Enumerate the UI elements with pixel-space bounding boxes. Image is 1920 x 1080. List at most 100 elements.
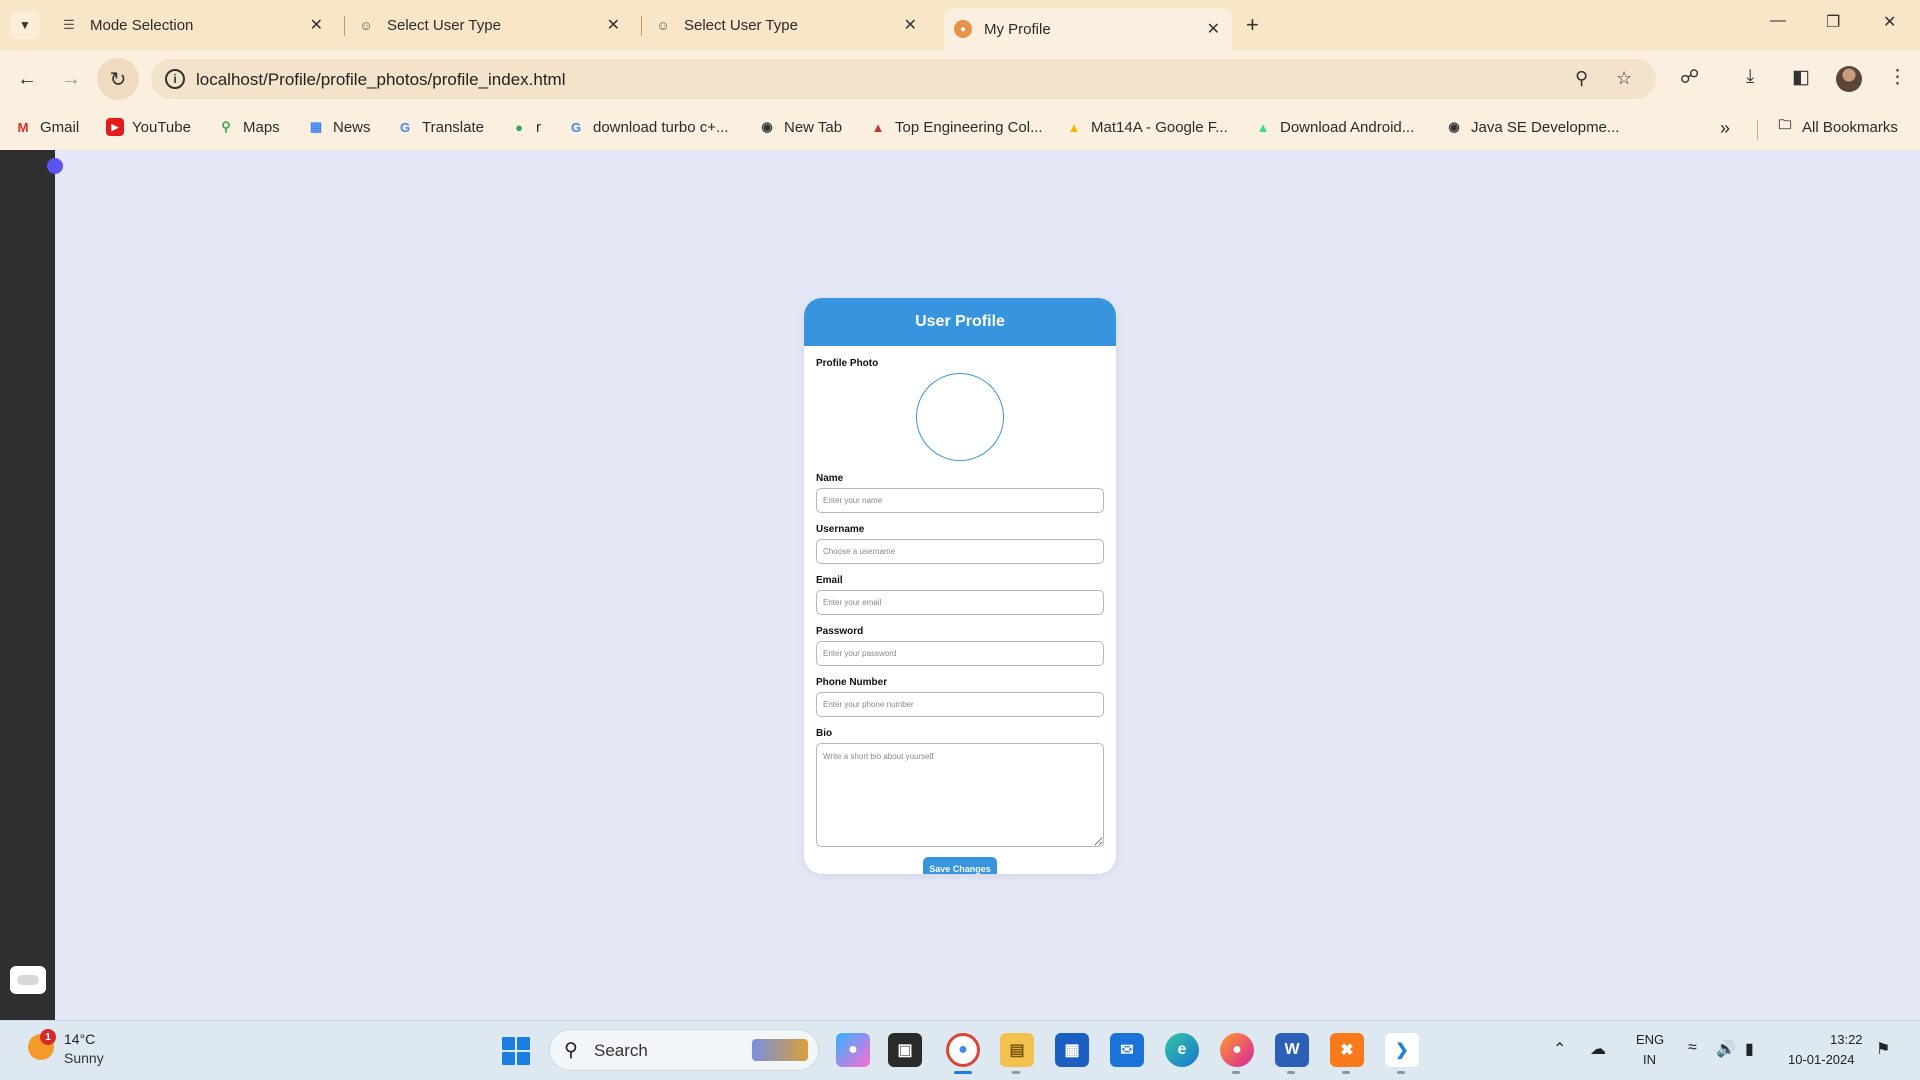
cursor-dot xyxy=(47,158,63,174)
bookmark-download-turbo[interactable]: G download turbo c+... xyxy=(567,118,729,136)
username-label: Username xyxy=(816,524,865,535)
tab-divider xyxy=(344,16,345,36)
bookmark-r[interactable]: ● r xyxy=(510,118,541,136)
vscode-app-icon[interactable]: ❯ xyxy=(1385,1033,1419,1067)
running-indicator xyxy=(1397,1071,1405,1074)
wifi-icon[interactable]: ≈ xyxy=(1688,1039,1697,1057)
minimize-icon[interactable]: — xyxy=(1770,12,1786,30)
profile-card-title: User Profile xyxy=(804,298,1116,346)
extensions-puzzle-icon[interactable]: ☍ xyxy=(1680,66,1699,89)
avatar[interactable] xyxy=(1836,66,1862,92)
bookmark-download-android[interactable]: ▲ Download Android... xyxy=(1254,118,1415,136)
copilot-app-icon[interactable]: ● xyxy=(836,1033,870,1067)
close-icon[interactable]: ✕ xyxy=(1207,19,1220,39)
firefox-app-icon[interactable]: ● xyxy=(1220,1033,1254,1067)
file-explorer-icon[interactable]: ▤ xyxy=(1000,1033,1034,1067)
more-menu-icon[interactable]: ⋮ xyxy=(1888,66,1907,89)
bookmark-translate[interactable]: G Translate xyxy=(396,118,484,136)
tab-my-profile[interactable]: ● My Profile ✕ xyxy=(944,8,1232,50)
college-icon: ▲ xyxy=(871,119,885,135)
clock-time[interactable]: 13:22 xyxy=(1830,1032,1863,1047)
mail-icon[interactable]: ✉ xyxy=(1110,1033,1144,1067)
window-close-icon[interactable]: ✕ xyxy=(1883,12,1896,32)
close-icon[interactable]: ✕ xyxy=(607,15,620,35)
site-info-icon[interactable]: i xyxy=(165,69,185,89)
url-text[interactable]: localhost/Profile/profile_photos/profile… xyxy=(196,70,565,90)
taskbar: 1 14°C Sunny ⚲ Search ● ▣ ● ▤ ▦ ✉ e ● W … xyxy=(0,1020,1920,1080)
tab-divider xyxy=(641,16,642,36)
clock-date[interactable]: 10-01-2024 xyxy=(1788,1052,1855,1067)
news-icon: ▦ xyxy=(309,119,323,134)
restore-icon[interactable]: ❐ xyxy=(1826,12,1840,32)
bookmark-news[interactable]: ▦ News xyxy=(307,118,371,136)
new-tab-plus-icon[interactable]: + xyxy=(1246,12,1259,38)
theme-toggle[interactable] xyxy=(10,966,46,994)
tab-select-user-type[interactable]: ☺ Select User Type ✕ xyxy=(357,8,632,42)
terminal-app-icon[interactable]: ▣ xyxy=(888,1033,922,1067)
sliders-icon: ☰ xyxy=(63,17,75,32)
back-arrow-icon[interactable]: ← xyxy=(12,64,42,94)
gmail-icon: M xyxy=(17,119,29,135)
weather-temp[interactable]: 14°C xyxy=(64,1031,95,1047)
tray-chevron-up-icon[interactable]: ⌃ xyxy=(1553,1039,1566,1059)
weather-badge: 1 xyxy=(40,1029,56,1045)
phone-input[interactable] xyxy=(816,692,1104,717)
save-changes-button[interactable]: Save Changes xyxy=(923,857,997,874)
password-input[interactable] xyxy=(816,641,1104,666)
bio-label: Bio xyxy=(816,728,833,739)
more-bookmarks-chevron-icon[interactable]: » xyxy=(1720,118,1730,139)
email-input[interactable] xyxy=(816,590,1104,615)
youtube-icon: ▶ xyxy=(106,118,124,136)
language-code[interactable]: ENG xyxy=(1636,1032,1664,1047)
volume-icon[interactable]: 🔊 xyxy=(1716,1039,1736,1059)
all-bookmarks[interactable]: 🗀 All Bookmarks xyxy=(1776,117,1897,136)
email-label: Email xyxy=(816,575,843,586)
side-panel-icon[interactable]: ◧ xyxy=(1792,66,1810,89)
bookmark-label: New Tab xyxy=(784,118,843,136)
name-input[interactable] xyxy=(816,488,1104,513)
username-input[interactable] xyxy=(816,539,1104,564)
download-icon[interactable]: ⤓ xyxy=(1746,66,1754,88)
bookmark-star-icon[interactable]: ☆ xyxy=(1616,68,1632,89)
tab-mode-selection[interactable]: ☰ Mode Selection ✕ xyxy=(60,8,335,42)
bookmark-label: Translate xyxy=(422,118,484,136)
bookmark-java-se[interactable]: ◉ Java SE Developme... xyxy=(1445,118,1619,136)
notification-bell-icon[interactable]: ⚑ xyxy=(1876,1039,1890,1059)
language-region[interactable]: IN xyxy=(1643,1052,1656,1067)
zoom-magnifier-icon[interactable]: ⚲ xyxy=(1575,68,1588,89)
reload-icon[interactable]: ↻ xyxy=(103,64,133,94)
bookmark-mat14a[interactable]: ▲ Mat14A - Google F... xyxy=(1065,118,1228,136)
chrome-app-icon[interactable]: ● xyxy=(946,1033,980,1067)
tab-select-user-type-2[interactable]: ☺ Select User Type ✕ xyxy=(654,8,929,42)
bookmark-gmail[interactable]: M Gmail xyxy=(14,118,80,136)
bookmark-top-engineering[interactable]: ▲ Top Engineering Col... xyxy=(869,118,1043,136)
onedrive-cloud-icon[interactable]: ☁ xyxy=(1590,1039,1606,1059)
users-icon: ☺ xyxy=(656,17,670,33)
address-bar[interactable]: i localhost/Profile/profile_photos/profi… xyxy=(151,59,1656,99)
google-icon: ● xyxy=(515,119,523,135)
tab-title: My Profile xyxy=(984,20,1051,38)
weather-desc[interactable]: Sunny xyxy=(64,1050,104,1066)
close-icon[interactable]: ✕ xyxy=(904,15,917,35)
bookmark-label: Download Android... xyxy=(1280,118,1415,136)
close-icon[interactable]: ✕ xyxy=(310,15,323,35)
bookmark-new-tab[interactable]: ◉ New Tab xyxy=(758,118,842,136)
windows-start-icon[interactable] xyxy=(502,1037,530,1065)
forward-arrow-icon[interactable]: → xyxy=(56,64,86,94)
bookmark-youtube[interactable]: ▶ YouTube xyxy=(106,118,191,136)
bio-textarea[interactable] xyxy=(816,743,1104,847)
bookmark-label: News xyxy=(333,118,371,136)
profile-photo[interactable] xyxy=(916,373,1004,461)
folder-icon: 🗀 xyxy=(1778,117,1792,132)
ms-store-icon[interactable]: ▦ xyxy=(1055,1033,1089,1067)
battery-icon[interactable]: ▮ xyxy=(1745,1039,1754,1059)
edge-app-icon[interactable]: e xyxy=(1165,1033,1199,1067)
profile-card: User Profile Profile Photo Name Username… xyxy=(804,298,1116,874)
tab-search-chevron-icon[interactable]: ▼ xyxy=(10,11,40,39)
xampp-app-icon[interactable]: ✖ xyxy=(1330,1033,1364,1067)
word-app-icon[interactable]: W xyxy=(1275,1033,1309,1067)
maps-icon: ⚲ xyxy=(221,119,231,134)
running-indicator xyxy=(1342,1071,1350,1074)
taskbar-search[interactable]: ⚲ Search xyxy=(549,1029,819,1071)
bookmark-maps[interactable]: ⚲ Maps xyxy=(217,118,279,136)
